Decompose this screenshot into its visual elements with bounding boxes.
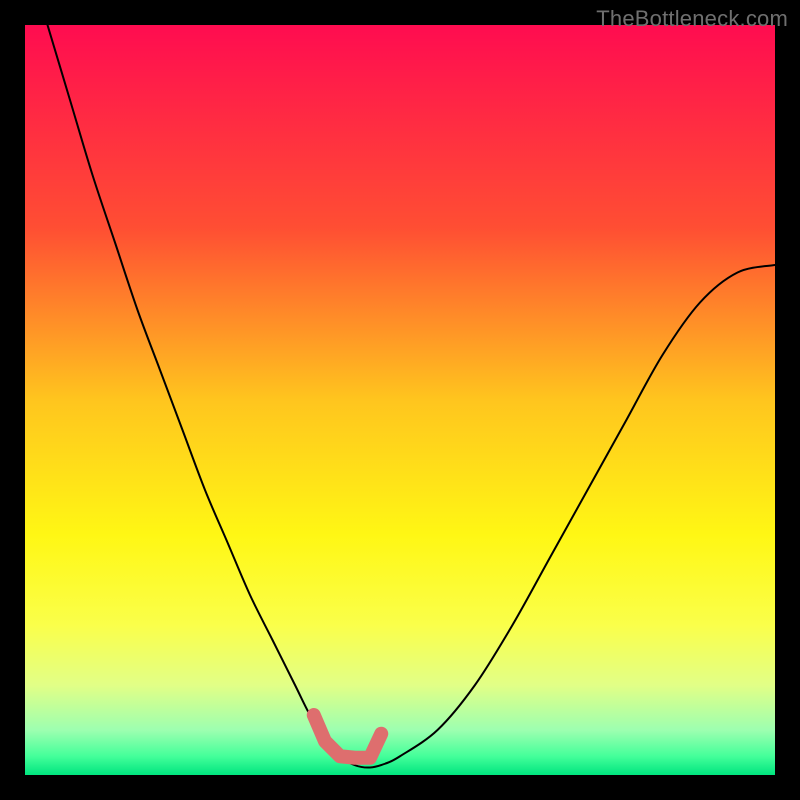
- chart-frame: TheBottleneck.com: [0, 0, 800, 800]
- bottleneck-plot: [25, 25, 775, 775]
- gradient-background: [25, 25, 775, 775]
- watermark-text: TheBottleneck.com: [596, 6, 788, 32]
